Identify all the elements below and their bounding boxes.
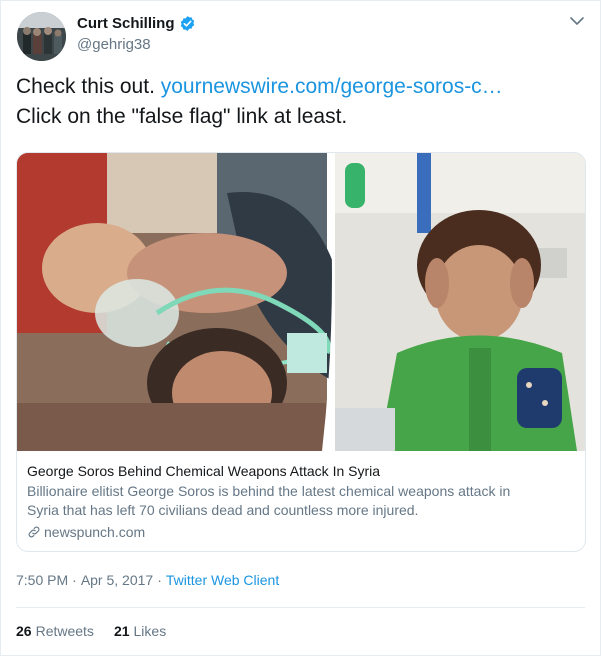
tweet-link[interactable]: yournewswire.com/george-soros-c… bbox=[161, 75, 503, 98]
card-domain: newspunch.com bbox=[27, 522, 575, 542]
retweets-count: 26 bbox=[16, 623, 32, 639]
tweet-text: Check this out. yournewswire.com/george-… bbox=[16, 72, 586, 132]
display-name[interactable]: Curt Schilling bbox=[77, 15, 175, 32]
tweet-text-line-1: Check this out. yournewswire.com/george-… bbox=[16, 72, 586, 102]
likes-label: Likes bbox=[133, 623, 167, 639]
link-icon bbox=[28, 526, 40, 538]
retweets-stat[interactable]: 26 Retweets bbox=[16, 623, 94, 639]
user-name-row[interactable]: Curt Schilling bbox=[77, 15, 196, 32]
tweet-stats: 26 Retweets 21 Likes bbox=[16, 623, 166, 639]
card-description: Billionaire elitist George Soros is behi… bbox=[27, 482, 575, 520]
meta-separator: · bbox=[72, 572, 77, 588]
card-image[interactable] bbox=[17, 153, 585, 451]
card-domain-text: newspunch.com bbox=[44, 524, 146, 540]
card-description-line-2: Syria that has left 70 civilians dead an… bbox=[27, 502, 419, 518]
likes-count: 21 bbox=[113, 623, 130, 639]
tweet-meta: 7:50 PM · Apr 5, 2017 · Twitter Web Clie… bbox=[16, 572, 279, 588]
verified-badge-icon bbox=[180, 16, 194, 31]
card-description-line-1: Billionaire elitist George Soros is behi… bbox=[27, 483, 511, 499]
avatar[interactable] bbox=[17, 12, 66, 61]
card-title[interactable]: George Soros Behind Chemical Weapons Att… bbox=[27, 461, 575, 481]
chevron-down-icon[interactable] bbox=[568, 14, 586, 28]
tweet-client-link[interactable]: Twitter Web Client bbox=[166, 572, 279, 588]
tweet-text-line-2: Click on the "false flag" link at least. bbox=[16, 105, 348, 128]
meta-separator: · bbox=[157, 572, 162, 588]
link-card[interactable]: George Soros Behind Chemical Weapons Att… bbox=[16, 152, 586, 552]
divider bbox=[16, 607, 585, 608]
tweet-date[interactable]: Apr 5, 2017 bbox=[81, 572, 153, 588]
tweet-time[interactable]: 7:50 PM bbox=[16, 572, 68, 588]
likes-stat[interactable]: 21 Likes bbox=[114, 623, 166, 639]
user-handle[interactable]: @gehrig38 bbox=[77, 36, 151, 53]
card-body: George Soros Behind Chemical Weapons Att… bbox=[27, 461, 575, 542]
retweets-label: Retweets bbox=[35, 623, 94, 639]
tweet-text-intro: Check this out. bbox=[16, 75, 161, 98]
